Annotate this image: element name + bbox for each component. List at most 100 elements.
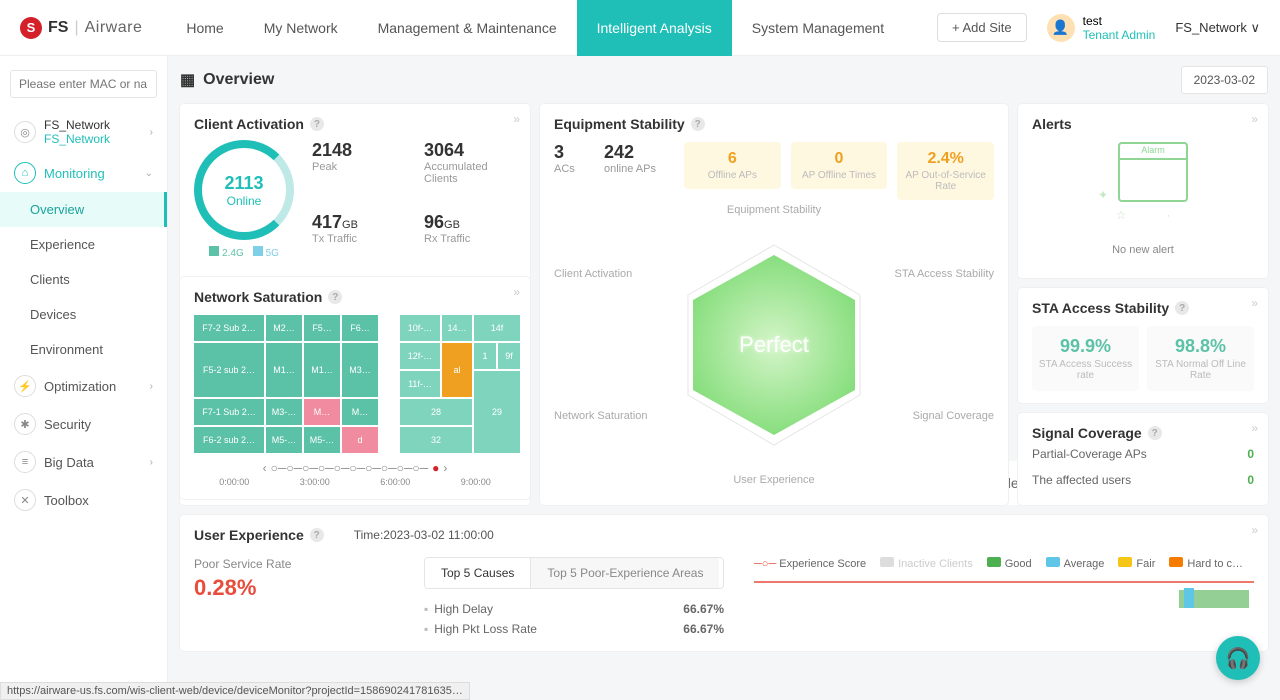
expand-icon[interactable]: » [1251,523,1258,537]
help-icon[interactable]: ? [1148,426,1162,440]
chevron-right-icon[interactable]: › [443,461,447,475]
logo-fs: FS [48,19,68,37]
sidebar-toolbox[interactable]: ✕Toolbox [0,481,167,519]
user-block[interactable]: 👤 test Tenant Admin [1047,14,1156,42]
chevron-right-icon: › [150,457,153,468]
online-donut: 2113 Online [194,140,294,240]
kpi-online-aps: 242online APs [604,142,674,175]
nav-system-management[interactable]: System Management [732,0,904,56]
saturation-pager[interactable]: ‹ ○─○─○─○─○─○─○─○─○─○─● › [194,461,516,475]
avatar-icon: 👤 [1047,14,1075,42]
top-nav: Home My Network Management & Maintenance… [166,0,904,56]
radar-label-bottom: User Experience [733,474,814,486]
sidebar-network-l1: FS_Network [44,118,110,132]
nav-home[interactable]: Home [166,0,243,56]
expand-icon[interactable]: » [513,285,520,299]
sidebar-item-experience[interactable]: Experience [0,227,167,262]
ue-legend: ─○─ Experience Score Inactive Clients Go… [754,557,1254,570]
logo-separator: | [74,19,78,37]
sidebar-optimization[interactable]: ⚡Optimization› [0,367,167,405]
sidebar-big-data[interactable]: ≡Big Data› [0,443,167,481]
signal-row-affected: The affected users0 [1032,467,1254,493]
sidebar-network[interactable]: ◎ FS_Network FS_Network › [0,110,167,154]
chevron-left-icon[interactable]: ‹ [263,461,267,475]
legend-5g: 5G [266,248,279,259]
help-icon[interactable]: ? [310,117,324,131]
warn-offline-times: 0AP Offline Times [791,142,888,189]
sidebar-monitoring-label: Monitoring [44,166,105,181]
sidebar-network-l2: FS_Network [44,132,110,146]
ue-time: Time:2023-03-02 11:00:00 [354,528,494,542]
grid-icon: ▦ [180,70,195,90]
support-fab[interactable]: 🎧 [1216,636,1260,680]
help-icon[interactable]: ? [691,117,705,131]
warn-offline-aps: 6Offline APs [684,142,781,189]
card-title-ue: User Experience [194,527,304,543]
ue-tab-areas[interactable]: Top 5 Poor-Experience Areas [531,558,719,588]
big-data-icon: ≡ [14,451,36,473]
search-input[interactable] [10,70,157,98]
ue-tab-causes[interactable]: Top 5 Causes [425,558,531,588]
alerts-illustration: ✦ ☆· No new alert [1032,132,1254,266]
card-title-saturation: Network Saturation [194,289,322,305]
psr-value: 0.28% [194,575,394,601]
chevron-right-icon: › [150,127,153,138]
monitoring-icon: ⌂ [14,162,36,184]
donut-legend: 2.4G 5G [194,246,294,259]
page-title-text: Overview [203,71,274,89]
logo-airware: Airware [85,19,143,37]
legend-24g: 2.4G [222,248,244,259]
kpi-accumulated: 3064Accumulated Clients [424,140,516,200]
radar-label-top: Equipment Stability [727,204,821,216]
date-picker[interactable]: 2023-03-02 [1181,66,1268,94]
sidebar-item-environment[interactable]: Environment [0,332,167,367]
chevron-down-icon: ⌄ [145,168,153,179]
online-label: Online [227,194,262,208]
legend-5g-swatch [253,246,263,256]
sidebar-item-devices[interactable]: Devices [0,297,167,332]
help-icon[interactable]: ? [328,290,342,304]
online-count: 2113 [224,173,263,194]
location-icon: ◎ [14,121,36,143]
sidebar-item-clients[interactable]: Clients [0,262,167,297]
sidebar-security[interactable]: ✱Security [0,405,167,443]
user-role: Tenant Admin [1083,28,1156,42]
main-content: ▦ Overview 2023-03-02 » Client Activatio… [168,56,1280,700]
page-title: ▦ Overview [180,70,274,90]
sidebar-optimization-label: Optimization [44,379,116,394]
nav-management[interactable]: Management & Maintenance [358,0,577,56]
top-header: S FS | Airware Home My Network Managemen… [0,0,1280,56]
kpi-tx: 417GBTx Traffic [312,212,404,260]
saturation-treemap: F7-2 Sub 2…M2…F5…F6… 10f-…14…14f F5-2 su… [194,315,520,453]
card-equipment-stability: Equipment Stability? 3ACs 242online APs … [540,104,1008,505]
add-site-button[interactable]: + Add Site [937,13,1027,42]
card-sta-access: » STA Access Stability? 99.9%STA Access … [1018,288,1268,403]
expand-icon[interactable]: » [1251,421,1258,435]
alarm-box-icon [1118,142,1188,202]
card-alerts: » Alerts ✦ ☆· No new alert [1018,104,1268,278]
logo: S FS | Airware [20,17,142,39]
network-selector[interactable]: FS_Network ∨ [1175,20,1260,36]
search-box [10,70,157,98]
expand-icon[interactable]: » [1251,112,1258,126]
help-icon[interactable]: ? [1175,301,1189,315]
nav-intelligent-analysis[interactable]: Intelligent Analysis [577,0,732,56]
cause-pkt-loss: ▪High Pkt Loss Rate66.67% [424,619,724,639]
help-icon[interactable]: ? [310,528,324,542]
dot-icon: · [1166,208,1170,222]
nav-my-network[interactable]: My Network [244,0,358,56]
overview-bar: ▦ Overview 2023-03-02 [180,66,1268,94]
ue-mini-chart [754,570,1254,610]
sidebar: ◎ FS_Network FS_Network › ⌂ Monitoring ⌄… [0,56,168,700]
radar-center-text: Perfect [739,332,809,358]
user-text: test Tenant Admin [1083,14,1156,42]
sidebar-item-overview[interactable]: Overview [0,192,167,227]
card-title-equipment: Equipment Stability [554,116,685,132]
expand-icon[interactable]: » [513,112,520,126]
optimization-icon: ⚡ [14,375,36,397]
card-title-signal: Signal Coverage [1032,425,1142,441]
card-title-alerts: Alerts [1032,116,1254,132]
sidebar-monitoring[interactable]: ⌂ Monitoring ⌄ [0,154,167,192]
radar-label-tl: Client Activation [554,268,632,280]
expand-icon[interactable]: » [1251,296,1258,310]
